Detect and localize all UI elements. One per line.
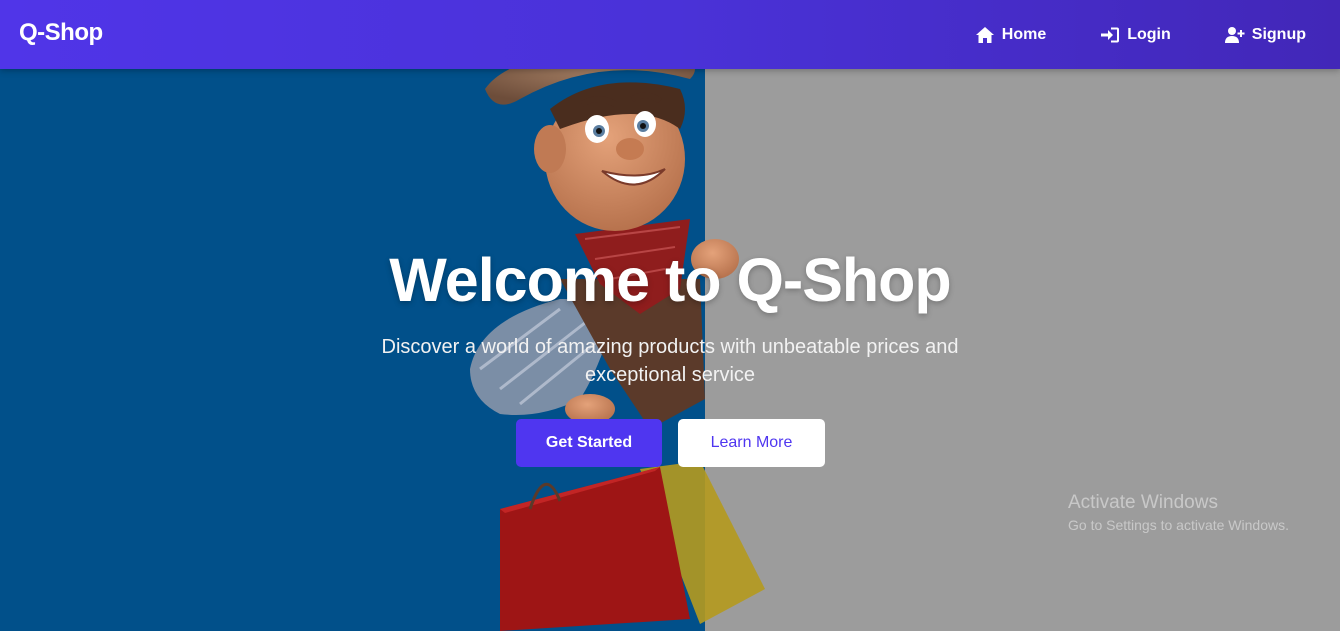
sign-in-icon	[1101, 27, 1120, 42]
watermark-subtitle: Go to Settings to activate Windows.	[1068, 517, 1289, 533]
nav-signup-link[interactable]: Signup	[1224, 25, 1306, 44]
activate-windows-watermark: Activate Windows Go to Settings to activ…	[1068, 492, 1289, 533]
navbar: Q-Shop Home Login Signup	[0, 0, 1340, 69]
hero-section: Welcome to Q-Shop Discover a world of am…	[0, 69, 1340, 631]
get-started-button[interactable]: Get Started	[516, 419, 662, 467]
hero-title: Welcome to Q-Shop	[389, 246, 951, 314]
nav-login-label: Login	[1127, 25, 1171, 43]
nav-links: Home Login Signup	[921, 0, 1306, 69]
hero-content: Welcome to Q-Shop Discover a world of am…	[0, 69, 1340, 631]
brand-logo[interactable]: Q-Shop	[19, 19, 103, 47]
watermark-title: Activate Windows	[1068, 492, 1218, 513]
nav-login-link[interactable]: Login	[1100, 26, 1171, 44]
hero-subtitle: Discover a world of amazing products wit…	[381, 336, 959, 386]
nav-home-link[interactable]: Home	[975, 26, 1046, 44]
user-plus-icon	[1224, 26, 1245, 43]
learn-more-button[interactable]: Learn More	[678, 419, 825, 467]
nav-home-label: Home	[1001, 25, 1047, 43]
home-icon	[975, 26, 994, 43]
nav-signup-label: Signup	[1251, 25, 1306, 43]
